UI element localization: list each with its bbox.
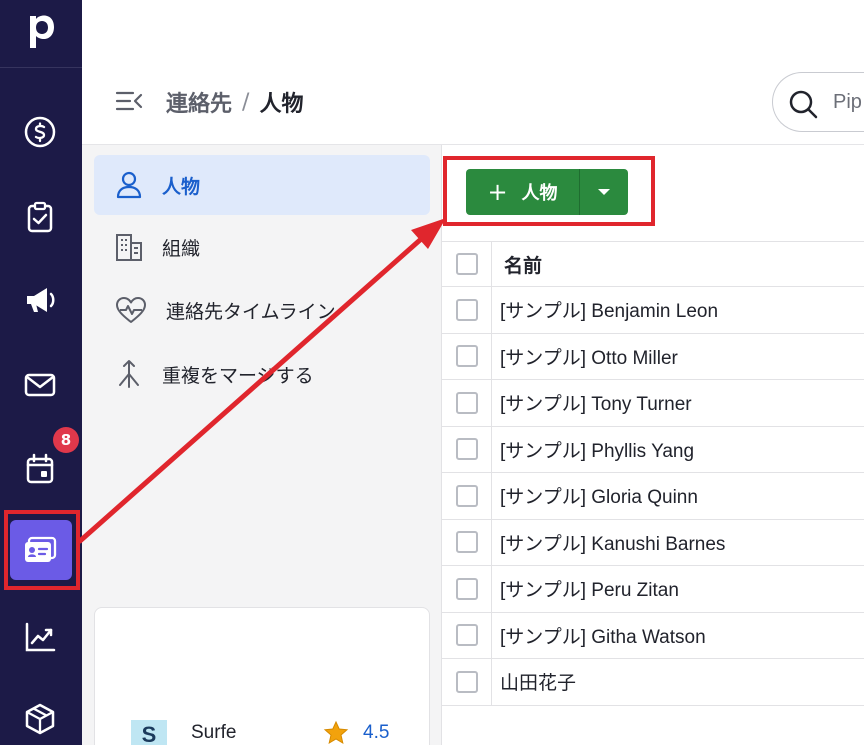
person-name[interactable]: [サンプル] Kanushi Barnes — [492, 529, 725, 556]
table-row[interactable]: 山田花子 — [442, 659, 864, 706]
marketplace-app-row[interactable]: S Surfe 4.5 — [117, 718, 417, 745]
rail-mail[interactable] — [0, 354, 82, 416]
person-icon — [116, 171, 142, 199]
rail-activities[interactable] — [0, 186, 82, 248]
breadcrumb-people: 人物 — [259, 92, 304, 117]
search-placeholder: Pip — [833, 91, 862, 113]
row-checkbox[interactable] — [455, 391, 478, 414]
row-checkbox[interactable] — [455, 670, 478, 693]
calendar-badge: 8 — [53, 427, 79, 453]
person-name[interactable]: [サンプル] Tony Turner — [492, 389, 692, 416]
table-row[interactable]: [サンプル] Phyllis Yang — [442, 426, 864, 473]
breadcrumb-separator: / — [242, 89, 250, 115]
table-row[interactable]: [サンプル] Otto Miller — [442, 333, 864, 380]
dollar-circle-icon — [24, 116, 56, 148]
rail-insights[interactable] — [0, 606, 82, 668]
row-checkbox[interactable] — [455, 484, 478, 507]
table-row[interactable]: [サンプル] Benjamin Leon — [442, 287, 864, 334]
row-checkbox[interactable] — [455, 345, 478, 368]
contacts-subnav: 人物 組織 連絡先タイムライン 重複をマージする S Surfe 4.5 — [82, 145, 442, 745]
table-row[interactable]: [サンプル] Kanushi Barnes — [442, 519, 864, 566]
subnav-label: 連絡先タイムライン — [166, 300, 336, 323]
person-name[interactable]: [サンプル] Phyllis Yang — [492, 436, 694, 463]
table-row[interactable]: [サンプル] Tony Turner — [442, 380, 864, 427]
clipboard-check-icon — [27, 201, 53, 233]
subnav-item-organizations[interactable]: 組織 — [94, 217, 430, 277]
person-name[interactable]: [サンプル] Peru Zitan — [492, 575, 679, 602]
person-name[interactable]: 山田花子 — [492, 668, 576, 695]
table-header: 名前 — [442, 241, 864, 287]
table-row[interactable]: [サンプル] Githa Watson — [442, 612, 864, 659]
building-icon — [116, 234, 142, 261]
top-header: 連絡先 / 人物 Pip — [82, 0, 864, 145]
subnav-item-merge-duplicates[interactable]: 重複をマージする — [94, 344, 430, 404]
row-checkbox[interactable] — [455, 531, 478, 554]
app-logo: S — [131, 720, 167, 745]
marketplace-card: S Surfe 4.5 — [94, 607, 430, 745]
annotation-box-add-person — [443, 156, 655, 226]
rail-campaigns[interactable] — [0, 269, 82, 331]
breadcrumb: 連絡先 / 人物 — [166, 86, 303, 118]
rail-deals[interactable] — [0, 101, 82, 163]
app-rail: 8 — [0, 0, 82, 745]
merge-icon — [119, 360, 139, 388]
subnav-label: 組織 — [162, 237, 201, 260]
calendar-icon — [26, 453, 54, 484]
megaphone-icon — [27, 288, 55, 312]
subnav-item-people[interactable]: 人物 — [94, 155, 430, 215]
row-checkbox[interactable] — [455, 438, 478, 461]
pipedrive-logo[interactable] — [0, 0, 82, 68]
subnav-item-timeline[interactable]: 連絡先タイムライン — [94, 280, 430, 340]
annotation-box-contacts — [4, 510, 80, 590]
breadcrumb-contacts[interactable]: 連絡先 — [166, 86, 232, 118]
people-list-main: + 人物 名前 [サンプル] Benjamin Leon [サンプル] Otto… — [442, 145, 864, 745]
column-header-name[interactable]: 名前 — [492, 251, 542, 278]
row-checkbox[interactable] — [455, 577, 478, 600]
collapse-menu-icon[interactable] — [114, 88, 144, 114]
mail-icon — [24, 373, 56, 397]
chart-line-icon — [25, 622, 56, 652]
pipedrive-logo-icon — [30, 15, 54, 48]
star-icon — [323, 720, 349, 745]
select-all-checkbox[interactable] — [455, 253, 478, 275]
subnav-label: 人物 — [162, 175, 201, 198]
table-row[interactable]: [サンプル] Gloria Quinn — [442, 473, 864, 520]
search-icon — [789, 90, 818, 119]
row-checkbox[interactable] — [455, 298, 478, 321]
subnav-label: 重複をマージする — [162, 364, 314, 387]
box-icon — [25, 703, 55, 735]
app-name: Surfe — [191, 722, 237, 743]
people-table: 名前 [サンプル] Benjamin Leon [サンプル] Otto Mill… — [442, 241, 864, 706]
search-input[interactable]: Pip — [772, 72, 864, 132]
app-rating: 4.5 — [363, 722, 390, 743]
rail-products[interactable] — [0, 688, 82, 745]
person-name[interactable]: [サンプル] Benjamin Leon — [492, 296, 718, 323]
heart-pulse-icon — [116, 297, 146, 323]
table-row[interactable]: [サンプル] Peru Zitan — [442, 566, 864, 613]
person-name[interactable]: [サンプル] Gloria Quinn — [492, 482, 698, 509]
person-name[interactable]: [サンプル] Otto Miller — [492, 343, 678, 370]
row-checkbox[interactable] — [455, 624, 478, 647]
person-name[interactable]: [サンプル] Githa Watson — [492, 622, 706, 649]
